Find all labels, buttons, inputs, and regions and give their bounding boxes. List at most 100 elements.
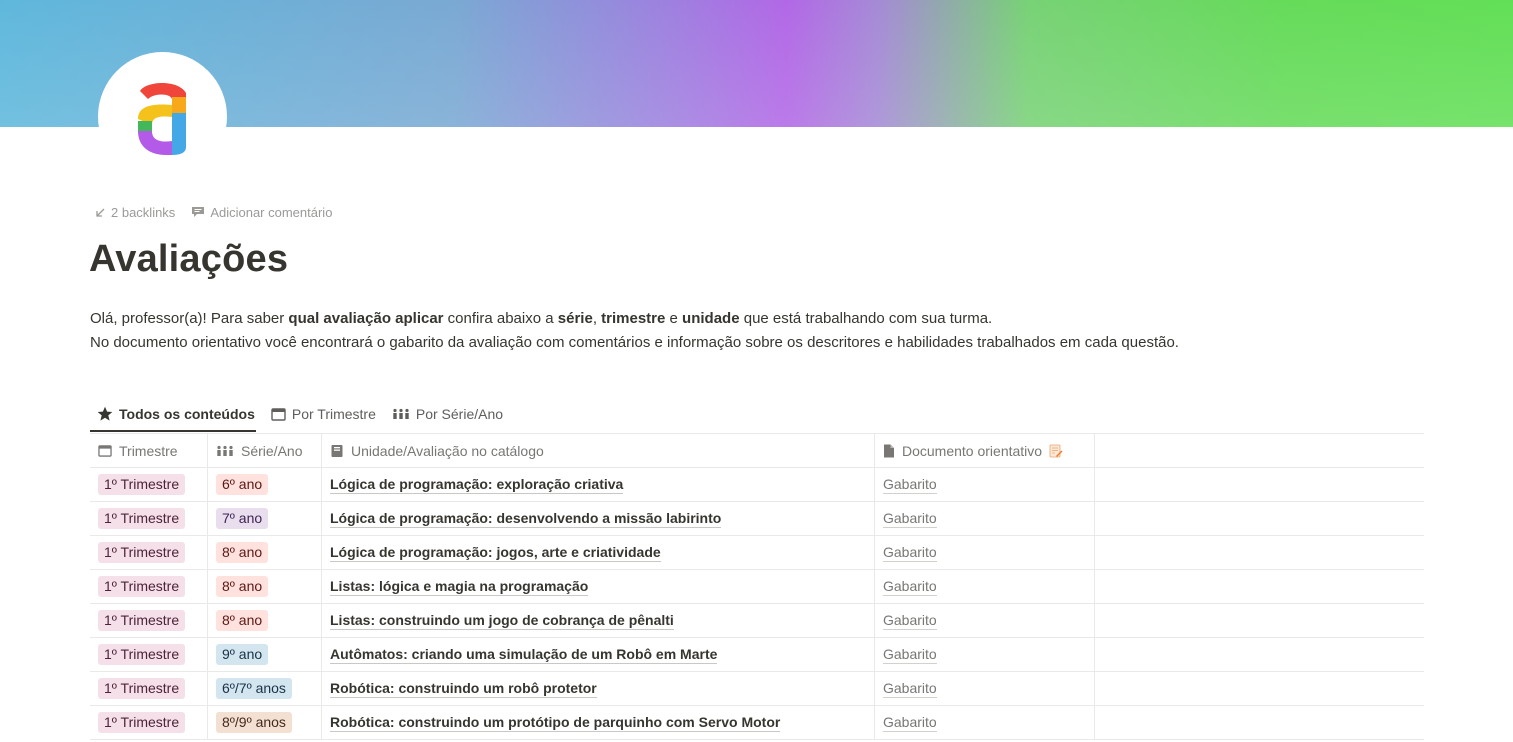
unidade-link[interactable]: Lógica de programação: exploração criati…	[330, 476, 624, 494]
gabarito-link[interactable]: Gabarito	[883, 510, 937, 528]
comment-icon	[192, 207, 205, 217]
calendar-icon	[271, 408, 286, 421]
unidade-link[interactable]: Listas: lógica e magia na programação	[330, 578, 589, 596]
trimestre-tag: 1º Trimestre	[98, 542, 186, 563]
gabarito-link[interactable]: Gabarito	[883, 578, 937, 596]
backlinks-button[interactable]: 2 backlinks	[95, 205, 175, 220]
unidade-cell[interactable]: Autômatos: criando uma simulação de um R…	[322, 638, 875, 671]
documento-cell: Gabarito	[875, 468, 1095, 501]
document-icon	[884, 444, 894, 457]
tab-todos-os-conteudos[interactable]: Todos os conteúdos	[97, 406, 255, 422]
trimestre-tag: 1º Trimestre	[98, 576, 186, 597]
empty-cell	[1095, 706, 1424, 739]
book-icon	[331, 444, 343, 457]
unidade-cell[interactable]: Listas: lógica e magia na programação	[322, 570, 875, 603]
serie-cell: 9º ano	[208, 638, 322, 671]
unidade-cell[interactable]: Robótica: construindo um robô protetor	[322, 672, 875, 705]
unidade-link[interactable]: Robótica: construindo um robô protetor	[330, 680, 597, 698]
empty-cell	[1095, 638, 1424, 671]
unidade-cell[interactable]: Lógica de programação: jogos, arte e cri…	[322, 536, 875, 569]
documento-cell: Gabarito	[875, 706, 1095, 739]
people-icon	[217, 445, 233, 456]
add-comment-label: Adicionar comentário	[210, 204, 333, 220]
gabarito-link[interactable]: Gabarito	[883, 476, 937, 494]
active-tab-indicator	[90, 430, 256, 432]
column-header-serie-ano[interactable]: Série/Ano	[208, 434, 322, 467]
empty-cell	[1095, 570, 1424, 603]
serie-tag: 8º ano	[216, 542, 269, 563]
documento-cell: Gabarito	[875, 604, 1095, 637]
trimestre-cell: 1º Trimestre	[90, 706, 208, 739]
description-line-2: No documento orientativo você encontrará…	[90, 334, 1179, 351]
serie-cell: 7º ano	[208, 502, 322, 535]
tab-por-trimestre[interactable]: Por Trimestre	[271, 406, 376, 422]
empty-cell	[1095, 536, 1424, 569]
column-header-empty	[1095, 434, 1424, 467]
add-comment-button[interactable]: Adicionar comentário	[191, 205, 332, 220]
gabarito-link[interactable]: Gabarito	[883, 544, 937, 562]
trimestre-tag: 1º Trimestre	[98, 644, 186, 665]
view-tabs: Todos os conteúdos Por Trimestre Por Sér…	[97, 402, 503, 426]
trimestre-cell: 1º Trimestre	[90, 638, 208, 671]
table-row[interactable]: 1º Trimestre 6º/7º anos Robótica: construi…	[90, 672, 1424, 706]
unidade-link[interactable]: Lógica de programação: jogos, arte e cri…	[330, 544, 661, 562]
table-header-row: Trimestre Série/Ano Unidade/Avaliação no…	[90, 434, 1424, 468]
column-header-trimestre[interactable]: Trimestre	[90, 434, 208, 467]
table-body: 1º Trimestre 6º ano Lógica de programação:…	[90, 468, 1424, 740]
page-meta-row: 2 backlinks Adicionar comentário	[95, 203, 332, 221]
tab-por-serie-ano[interactable]: Por Série/Ano	[392, 406, 503, 422]
assessments-table: Trimestre Série/Ano Unidade/Avaliação no…	[90, 433, 1424, 740]
documento-cell: Gabarito	[875, 502, 1095, 535]
people-icon	[393, 408, 409, 419]
serie-tag: 6º ano	[216, 474, 269, 495]
description-line-1: Olá, professor(a)! Para saber qual avali…	[90, 310, 993, 327]
gabarito-link[interactable]: Gabarito	[883, 646, 937, 664]
table-row[interactable]: 1º Trimestre 8º ano Listas: construindo um…	[90, 604, 1424, 638]
documento-cell: Gabarito	[875, 638, 1095, 671]
empty-cell	[1095, 502, 1424, 535]
trimestre-tag: 1º Trimestre	[98, 508, 186, 529]
serie-tag: 9º ano	[216, 644, 269, 665]
cover-image	[0, 0, 1513, 127]
unidade-link[interactable]: Listas: construindo um jogo de cobrança …	[330, 612, 674, 630]
table-row[interactable]: 1º Trimestre 6º ano Lógica de programação:…	[90, 468, 1424, 502]
empty-cell	[1095, 468, 1424, 501]
unidade-cell[interactable]: Robótica: construindo um protótipo de pa…	[322, 706, 875, 739]
unidade-link[interactable]: Lógica de programação: desenvolvendo a m…	[330, 510, 722, 528]
serie-tag: 7º ano	[216, 508, 269, 529]
serie-cell: 6º ano	[208, 468, 322, 501]
arrow-down-left-icon	[96, 208, 105, 217]
table-row[interactable]: 1º Trimestre 8º/9º anos Robótica: construi…	[90, 706, 1424, 740]
unidade-cell[interactable]: Listas: construindo um jogo de cobrança …	[322, 604, 875, 637]
unidade-link[interactable]: Autômatos: criando uma simulação de um R…	[330, 646, 718, 664]
gabarito-link[interactable]: Gabarito	[883, 680, 937, 698]
calendar-icon	[98, 445, 112, 457]
documento-cell: Gabarito	[875, 672, 1095, 705]
serie-tag: 8º ano	[216, 610, 269, 631]
unidade-link[interactable]: Robótica: construindo um protótipo de pa…	[330, 714, 781, 732]
unidade-cell[interactable]: Lógica de programação: exploração criati…	[322, 468, 875, 501]
trimestre-cell: 1º Trimestre	[90, 570, 208, 603]
serie-cell: 8º ano	[208, 536, 322, 569]
trimestre-cell: 1º Trimestre	[90, 468, 208, 501]
table-row[interactable]: 1º Trimestre 8º ano Listas: lógica e magia…	[90, 570, 1424, 604]
trimestre-cell: 1º Trimestre	[90, 502, 208, 535]
trimestre-cell: 1º Trimestre	[90, 672, 208, 705]
column-header-documento[interactable]: Documento orientativo	[875, 434, 1095, 467]
table-row[interactable]: 1º Trimestre 9º ano Autômatos: criando uma…	[90, 638, 1424, 672]
empty-cell	[1095, 672, 1424, 705]
gabarito-link[interactable]: Gabarito	[883, 612, 937, 630]
page-description: Olá, professor(a)! Para saber qual avali…	[90, 307, 1420, 355]
gabarito-link[interactable]: Gabarito	[883, 714, 937, 732]
table-row[interactable]: 1º Trimestre 7º ano Lógica de programação:…	[90, 502, 1424, 536]
serie-tag: 8º ano	[216, 576, 269, 597]
serie-tag: 8º/9º anos	[216, 712, 292, 733]
unidade-cell[interactable]: Lógica de programação: desenvolvendo a m…	[322, 502, 875, 535]
serie-cell: 8º ano	[208, 570, 322, 603]
serie-cell: 8º/9º anos	[208, 706, 322, 739]
column-header-unidade[interactable]: Unidade/Avaliação no catálogo	[322, 434, 875, 467]
table-row[interactable]: 1º Trimestre 8º ano Lógica de programação:…	[90, 536, 1424, 570]
star-icon	[97, 406, 113, 421]
serie-cell: 8º ano	[208, 604, 322, 637]
serie-tag: 6º/7º anos	[216, 678, 292, 699]
